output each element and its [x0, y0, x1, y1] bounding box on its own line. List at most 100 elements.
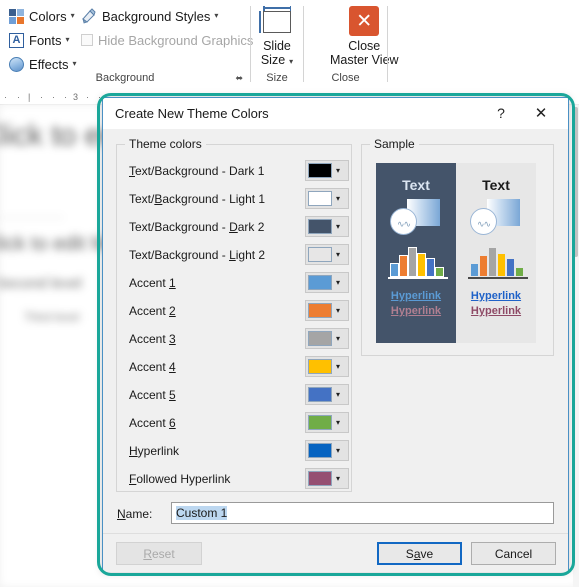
color-picker-accent-5[interactable]: ▾ [305, 384, 349, 405]
color-picker-text-background-light-1[interactable]: ▾ [305, 188, 349, 209]
name-input[interactable]: Custom 1 [171, 502, 554, 524]
color-row-label: Followed Hyperlink [129, 472, 231, 486]
colors-icon [9, 8, 24, 24]
chevron-down-icon[interactable]: ▾ [336, 222, 340, 231]
sample-followed-hyperlink-light: Hyperlink [470, 305, 522, 317]
chevron-down-icon[interactable]: ▾ [289, 57, 293, 66]
ribbon-group-label-close: Close [331, 72, 360, 84]
sample-hyperlink-dark: Hyperlink [390, 290, 442, 302]
color-picker-accent-2[interactable]: ▾ [305, 300, 349, 321]
color-picker-accent-1[interactable]: ▾ [305, 272, 349, 293]
color-swatch [308, 443, 332, 458]
ribbon-group-label-size: Size [266, 72, 288, 84]
sample-shapes-light: ∿∿ [470, 199, 526, 235]
color-swatch [308, 219, 332, 234]
sample-tile-dark: Text ∿∿ Hyperlink Hyperlink [376, 163, 456, 343]
sample-followed-hyperlink-dark: Hyperlink [390, 305, 442, 317]
color-swatch [308, 275, 332, 290]
color-row-label: Text/Background - Light 1 [129, 192, 266, 206]
color-row-text-background-light-2: Text/Background - Light 2 ▾ [129, 242, 349, 270]
close-x-icon: ✕ [349, 6, 380, 36]
save-button[interactable]: Save [377, 542, 462, 565]
color-row-text-background-light-1: Text/Background - Light 1 ▾ [129, 186, 349, 214]
color-row-text-background-dark-2: Text/Background - Dark 2 ▾ [129, 214, 349, 242]
vertical-scrollbar[interactable] [573, 105, 579, 587]
name-input-value: Custom 1 [176, 506, 228, 520]
chevron-down-icon[interactable]: ▾ [336, 306, 340, 315]
color-swatch [308, 387, 332, 402]
close-master-view-button[interactable]: ✕ Close Master View [330, 6, 399, 67]
ribbon-separator [387, 6, 388, 82]
sample-bar [470, 263, 479, 277]
scrollbar-thumb[interactable] [574, 107, 578, 257]
sample-shapes-dark: ∿∿ [390, 199, 446, 235]
cancel-button[interactable]: Cancel [471, 542, 556, 565]
color-row-label: Accent 3 [129, 332, 176, 346]
reset-button[interactable]: Reset [116, 542, 202, 565]
color-picker-text-background-dark-2[interactable]: ▾ [305, 216, 349, 237]
close-icon[interactable]: ✕ [526, 98, 556, 127]
chevron-down-icon[interactable]: ▾ [336, 278, 340, 287]
checkbox-icon[interactable] [81, 34, 93, 46]
sample-bar [506, 258, 515, 277]
color-row-accent-1: Accent 1 ▾ [129, 270, 349, 298]
color-swatch [308, 163, 332, 178]
effects-icon [9, 56, 24, 72]
fonts-icon: A [9, 32, 24, 48]
color-picker-accent-6[interactable]: ▾ [305, 412, 349, 433]
slide-size-button[interactable]: Slide Size ▾ [258, 6, 296, 67]
sample-bar [408, 247, 417, 277]
sample-text-label-dark: Text [402, 177, 430, 193]
color-row-label: Accent 1 [129, 276, 176, 290]
hide-background-graphics-label: Hide Background Graphics [98, 32, 254, 48]
effects-label: Effects [29, 56, 69, 72]
sample-bar-chart-light [468, 245, 528, 279]
sample-bar [497, 253, 506, 277]
help-icon[interactable]: ? [486, 98, 516, 127]
background-dialog-launcher[interactable]: ⬌ [235, 73, 243, 84]
sample-bar [479, 255, 488, 277]
ruler-ticks: · · | · · · 3 · · [4, 92, 101, 102]
color-picker-text-background-light-2[interactable]: ▾ [305, 244, 349, 265]
color-row-accent-4: Accent 4 ▾ [129, 354, 349, 382]
color-picker-hyperlink[interactable]: ▾ [305, 440, 349, 461]
color-row-accent-2: Accent 2 ▾ [129, 298, 349, 326]
chevron-down-icon[interactable]: ▾ [336, 446, 340, 455]
fonts-button[interactable]: A Fonts ▾ [6, 29, 73, 51]
ribbon-group-size: Slide Size ▾ Size [251, 0, 303, 88]
color-row-text-background-dark-1: Text/Background - Dark 1 ▾ [129, 158, 349, 186]
color-picker-followed-hyperlink[interactable]: ▾ [305, 468, 349, 489]
background-styles-icon [81, 8, 97, 24]
color-swatch [308, 191, 332, 206]
theme-colors-groupbox: Theme colors Text/Background - Dark 1 ▾ … [116, 137, 352, 492]
color-row-label: Accent 5 [129, 388, 176, 402]
hide-background-graphics-checkbox[interactable]: Hide Background Graphics [78, 29, 256, 51]
chevron-down-icon[interactable]: ▾ [71, 12, 75, 20]
chevron-down-icon[interactable]: ▾ [336, 166, 340, 175]
color-picker-accent-3[interactable]: ▾ [305, 328, 349, 349]
color-row-hyperlink: Hyperlink ▾ [129, 438, 349, 466]
background-styles-button[interactable]: Background Styles ▾ [78, 5, 221, 27]
color-swatch [308, 247, 332, 262]
colors-button[interactable]: Colors ▾ [6, 5, 78, 27]
slide-body-line-2[interactable]: Second level [0, 275, 82, 292]
theme-colors-group-label: Theme colors [125, 137, 206, 151]
chevron-down-icon[interactable]: ▾ [214, 12, 218, 20]
color-picker-text-background-dark-1[interactable]: ▾ [305, 160, 349, 181]
chevron-down-icon[interactable]: ▾ [66, 36, 70, 44]
dialog-footer: Reset Save Cancel [103, 533, 568, 572]
sample-group-label: Sample [370, 137, 419, 151]
color-picker-accent-4[interactable]: ▾ [305, 356, 349, 377]
chevron-down-icon[interactable]: ▾ [336, 474, 340, 483]
sample-bar [417, 253, 426, 277]
chevron-down-icon[interactable]: ▾ [73, 60, 77, 68]
chevron-down-icon[interactable]: ▾ [336, 194, 340, 203]
slide-body-line-3[interactable]: Third level [24, 310, 79, 324]
chevron-down-icon[interactable]: ▾ [336, 390, 340, 399]
chevron-down-icon[interactable]: ▾ [336, 250, 340, 259]
chevron-down-icon[interactable]: ▾ [336, 334, 340, 343]
chevron-down-icon[interactable]: ▾ [336, 362, 340, 371]
dialog-titlebar[interactable]: Create New Theme Colors ? ✕ [103, 98, 568, 130]
chevron-down-icon[interactable]: ▾ [336, 418, 340, 427]
color-row-accent-5: Accent 5 ▾ [129, 382, 349, 410]
